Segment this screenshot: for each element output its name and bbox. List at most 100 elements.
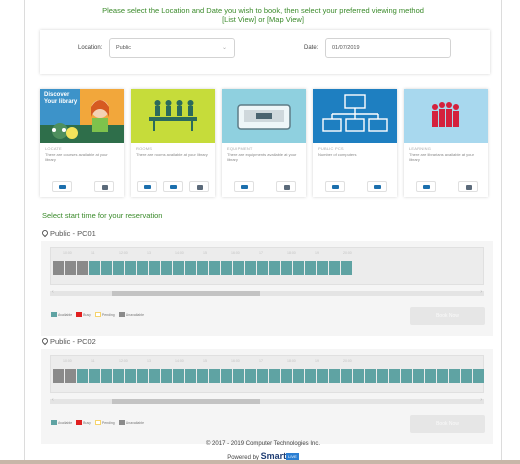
time-slot[interactable] xyxy=(209,369,220,383)
legend-item: Pending xyxy=(94,312,115,317)
time-slot[interactable] xyxy=(341,369,352,383)
location-select[interactable]: Public ⌄ xyxy=(109,38,235,58)
time-slot[interactable] xyxy=(101,369,112,383)
time-slot[interactable] xyxy=(161,369,172,383)
time-slot[interactable] xyxy=(269,369,280,383)
card-image-caption: Discover Your library xyxy=(44,92,78,105)
book-now-button[interactable]: Book Now xyxy=(410,307,485,325)
time-slot[interactable] xyxy=(89,369,100,383)
hour-label: 19 xyxy=(315,359,319,363)
legend-item: Unavailable xyxy=(118,420,144,425)
scroll-right-icon[interactable]: › xyxy=(480,289,482,295)
time-slot[interactable] xyxy=(149,261,160,275)
time-slot[interactable] xyxy=(449,369,460,383)
time-slot[interactable] xyxy=(161,261,172,275)
list-view-button[interactable] xyxy=(234,181,254,192)
time-slot[interactable] xyxy=(221,369,232,383)
calendar-view-button[interactable] xyxy=(458,181,478,192)
time-slot[interactable] xyxy=(377,369,388,383)
timeline-scrollbar[interactable]: ‹ › xyxy=(50,289,484,296)
scroll-right-icon[interactable]: › xyxy=(480,397,482,403)
date-value: 01/07/2019 xyxy=(332,45,360,51)
time-slot[interactable] xyxy=(197,261,208,275)
list-view-button[interactable] xyxy=(137,181,157,192)
time-slot[interactable] xyxy=(293,261,304,275)
time-slot[interactable] xyxy=(173,261,184,275)
hour-label: 15 xyxy=(203,251,207,255)
time-slot[interactable] xyxy=(317,369,328,383)
time-slot[interactable] xyxy=(389,369,400,383)
time-slot[interactable] xyxy=(233,369,244,383)
time-slot[interactable] xyxy=(137,261,148,275)
time-slot[interactable] xyxy=(413,369,424,383)
time-slot[interactable] xyxy=(149,369,160,383)
calendar-view-button[interactable] xyxy=(189,181,209,192)
time-slot[interactable] xyxy=(281,261,292,275)
time-slot[interactable] xyxy=(125,261,136,275)
hour-label: 16:00 xyxy=(231,251,240,255)
time-slot[interactable] xyxy=(221,261,232,275)
legend-swatch xyxy=(94,420,101,425)
time-slot[interactable] xyxy=(353,369,364,383)
calendar-icon xyxy=(284,185,290,190)
scrollbar-thumb[interactable] xyxy=(112,399,260,404)
time-slot[interactable] xyxy=(461,369,472,383)
time-slot[interactable] xyxy=(305,261,316,275)
time-slot[interactable] xyxy=(269,261,280,275)
time-slot[interactable] xyxy=(137,369,148,383)
time-slot[interactable] xyxy=(365,369,376,383)
map-icon xyxy=(374,185,381,189)
time-slot[interactable] xyxy=(197,369,208,383)
time-slot[interactable] xyxy=(317,261,328,275)
time-slot[interactable] xyxy=(173,369,184,383)
legend-item: Unavailable xyxy=(118,312,144,317)
timeline-scrollbar[interactable]: ‹ › xyxy=(50,397,484,404)
list-view-button[interactable] xyxy=(325,181,345,192)
time-slot[interactable] xyxy=(209,261,220,275)
time-slot[interactable] xyxy=(245,261,256,275)
timeline[interactable]: 10:00 11 12:00 13 14:00 15 16:00 17 18:00 19 20:00 xyxy=(50,355,484,393)
book-now-button[interactable]: Book Now xyxy=(410,415,485,433)
time-slot[interactable] xyxy=(401,369,412,383)
card-title: LEARNING xyxy=(409,146,432,151)
scroll-left-icon[interactable]: ‹ xyxy=(52,289,54,295)
list-view-button[interactable] xyxy=(52,181,72,192)
time-slot[interactable] xyxy=(329,261,340,275)
time-slot[interactable] xyxy=(125,369,136,383)
list-view-button[interactable] xyxy=(416,181,436,192)
card-description: There are courses available at your libr… xyxy=(45,152,108,162)
time-slot[interactable] xyxy=(89,261,100,275)
timeline[interactable]: 10:00 11 12:00 13 14:00 15 16:00 17 18:00 19 20:00 xyxy=(50,247,484,285)
time-slot[interactable] xyxy=(305,369,316,383)
time-slot[interactable] xyxy=(185,369,196,383)
time-slot[interactable] xyxy=(425,369,436,383)
time-slot[interactable] xyxy=(233,261,244,275)
time-slot[interactable] xyxy=(329,369,340,383)
time-slot[interactable] xyxy=(341,261,352,275)
time-slot[interactable] xyxy=(437,369,448,383)
computers-image xyxy=(313,89,397,143)
time-slot[interactable] xyxy=(245,369,256,383)
time-slot[interactable] xyxy=(473,369,484,383)
time-slot[interactable] xyxy=(77,369,88,383)
time-slot[interactable] xyxy=(257,261,268,275)
time-slot[interactable] xyxy=(113,261,124,275)
location-label: Location: xyxy=(78,45,103,51)
time-slot[interactable] xyxy=(113,369,124,383)
scroll-left-icon[interactable]: ‹ xyxy=(52,397,54,403)
time-slot[interactable] xyxy=(185,261,196,275)
scrollbar-thumb[interactable] xyxy=(112,291,260,296)
map-view-button[interactable] xyxy=(163,181,183,192)
hour-label: 17 xyxy=(259,359,263,363)
time-slot[interactable] xyxy=(101,261,112,275)
calendar-view-button[interactable] xyxy=(94,181,114,192)
hour-label: 16:00 xyxy=(231,359,240,363)
calendar-view-button[interactable] xyxy=(276,181,296,192)
calendar-icon xyxy=(102,185,108,190)
date-input[interactable]: 01/07/2019 xyxy=(325,38,451,58)
time-slot[interactable] xyxy=(257,369,268,383)
instructions-text: Please select the Location and Date you … xyxy=(102,6,424,24)
time-slot[interactable] xyxy=(281,369,292,383)
time-slot[interactable] xyxy=(293,369,304,383)
map-view-button[interactable] xyxy=(367,181,387,192)
